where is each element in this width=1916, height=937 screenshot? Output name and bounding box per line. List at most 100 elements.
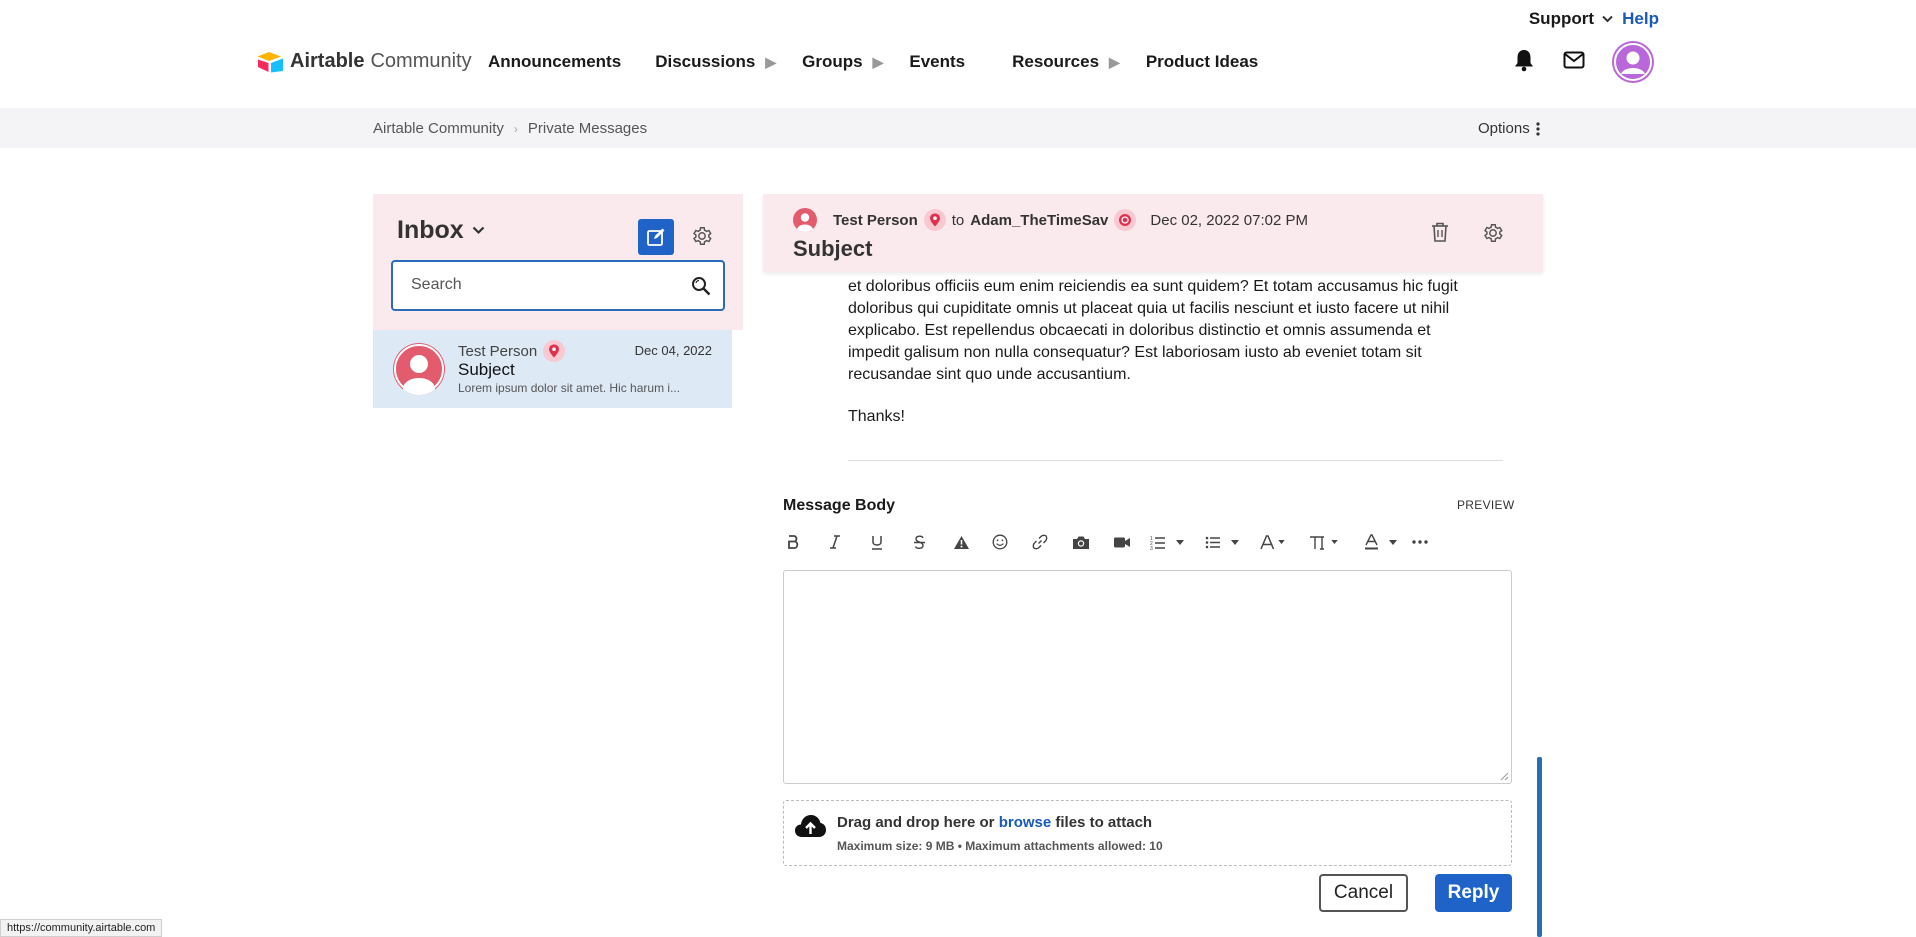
message-signoff: Thanks!: [848, 408, 905, 425]
breadcrumb-private-messages[interactable]: Private Messages: [528, 120, 647, 137]
attach-prefix: Drag and drop here or: [837, 814, 999, 831]
emoji-button[interactable]: [990, 528, 1010, 556]
airtable-logo[interactable]: Airtable Community: [257, 50, 472, 73]
main-nav: Announcements Discussions ▶ Groups ▶ Event…: [488, 52, 1292, 72]
gear-icon[interactable]: [691, 225, 713, 247]
svg-text:3: 3: [1150, 546, 1153, 550]
numbered-list-button[interactable]: 123: [1150, 528, 1184, 556]
text-color-button[interactable]: [1360, 528, 1400, 556]
breadcrumb: Airtable Community › Private Messages: [373, 120, 647, 137]
support-menu[interactable]: Support: [1529, 9, 1613, 29]
thread-subject: Subject: [793, 236, 873, 261]
warning-icon: [953, 535, 969, 549]
user-avatar-icon: [797, 213, 813, 232]
bold-button[interactable]: [783, 528, 803, 556]
message-body-editor[interactable]: [783, 570, 1512, 784]
inbox-folder-selector[interactable]: Inbox: [397, 216, 485, 245]
nav-announcements[interactable]: Announcements: [488, 52, 621, 72]
sender-avatar: [393, 343, 445, 395]
options-menu[interactable]: Options: [1478, 120, 1540, 137]
more-options-button[interactable]: [1410, 528, 1430, 556]
numbered-list-icon: 123: [1150, 536, 1165, 550]
logo-suffix-text: Community: [370, 50, 472, 72]
gear-icon[interactable]: [1482, 222, 1504, 244]
airtable-logo-icon: [257, 51, 283, 72]
attach-instructions: Drag and drop here or browse files to at…: [837, 814, 1152, 831]
strikethrough-icon: [913, 535, 925, 549]
italic-button[interactable]: [825, 528, 845, 556]
spoiler-button[interactable]: [951, 528, 971, 556]
camera-icon: [1073, 536, 1089, 549]
inbox-header: Inbox: [373, 194, 743, 330]
italic-icon: [830, 535, 840, 549]
support-label: Support: [1528, 9, 1594, 28]
sender-avatar: [793, 208, 817, 232]
scrollbar[interactable]: [1537, 757, 1542, 937]
message-sender: Test Person: [458, 340, 566, 362]
rank-badge-icon: [923, 209, 946, 231]
nav-events[interactable]: Events: [909, 52, 965, 72]
font-style-button[interactable]: [1257, 528, 1287, 556]
browse-link[interactable]: browse: [999, 814, 1052, 831]
attach-limits: Maximum size: 9 MB • Maximum attachments…: [837, 839, 1163, 853]
font-icon: [1259, 534, 1274, 549]
nav-groups[interactable]: Groups ▶: [802, 52, 883, 72]
search-input[interactable]: [411, 276, 671, 294]
trash-icon[interactable]: [1431, 222, 1449, 242]
chevron-right-icon: ▶: [1109, 53, 1120, 70]
user-avatar-icon: [394, 344, 444, 395]
search-icon[interactable]: [691, 276, 711, 296]
underline-button[interactable]: [867, 528, 887, 556]
reply-button[interactable]: Reply: [1435, 874, 1512, 912]
attachment-dropzone[interactable]: Drag and drop here or browse files to at…: [783, 800, 1512, 866]
bullet-list-button[interactable]: [1205, 528, 1239, 556]
font-size-button[interactable]: [1308, 528, 1338, 556]
link-button[interactable]: [1030, 528, 1050, 556]
more-horizontal-icon: [1412, 540, 1428, 544]
preview-toggle[interactable]: PREVIEW: [1457, 498, 1514, 512]
bell-icon[interactable]: [1513, 48, 1535, 72]
nav-label: Product Ideas: [1145, 52, 1259, 71]
chevron-down-icon: [1602, 15, 1613, 23]
message-subject: Subject: [458, 360, 515, 379]
message-date: Dec 04, 2022: [634, 343, 712, 358]
thread-meta: Test Person to Adam_TheTimeSav Dec 02, 2…: [833, 209, 1308, 231]
mail-icon[interactable]: [1563, 51, 1585, 69]
sender-name: Test Person: [458, 342, 538, 360]
thread-from[interactable]: Test Person: [833, 212, 918, 229]
cancel-button[interactable]: Cancel: [1319, 874, 1408, 912]
breadcrumb-community[interactable]: Airtable Community: [373, 120, 504, 137]
divider: [848, 460, 1503, 461]
bold-icon: [788, 535, 799, 549]
nav-resources[interactable]: Resources ▶: [1012, 52, 1120, 72]
caret-down-icon: [1277, 540, 1285, 544]
underline-icon: [872, 535, 882, 550]
insert-photo-button[interactable]: [1071, 528, 1091, 556]
nav-product-ideas[interactable]: Product Ideas: [1146, 52, 1258, 72]
inbox-message-item[interactable]: Test Person Dec 04, 2022 Subject Lorem i…: [373, 330, 732, 408]
user-avatar-icon: [1614, 43, 1652, 81]
attach-suffix: files to attach: [1051, 814, 1153, 831]
vertical-dots-icon: [1536, 121, 1540, 136]
nav-label: Announcements: [488, 52, 622, 71]
rank-badge-icon: [1114, 209, 1137, 231]
help-link[interactable]: Help: [1622, 9, 1659, 29]
nav-label: Resources: [1012, 52, 1100, 71]
insert-video-button[interactable]: [1112, 528, 1132, 556]
cloud-upload-icon: [795, 815, 826, 837]
site-header: Support Help Airtable Community Announce…: [0, 0, 1916, 108]
strikethrough-button[interactable]: [909, 528, 929, 556]
compose-button[interactable]: [638, 219, 674, 255]
nav-label: Groups: [802, 52, 863, 71]
thread-to[interactable]: Adam_TheTimeSav: [970, 212, 1108, 229]
user-avatar[interactable]: [1612, 41, 1654, 83]
resize-handle-icon[interactable]: [1500, 772, 1509, 781]
caret-down-icon: [1330, 540, 1338, 544]
logo-brand-text: Airtable: [290, 50, 365, 72]
options-label: Options: [1478, 120, 1530, 137]
nav-discussions[interactable]: Discussions ▶: [655, 52, 776, 72]
caret-down-icon: [1176, 539, 1184, 545]
inbox-search: [391, 260, 725, 311]
text-size-icon: [1309, 535, 1324, 550]
message-preview: Lorem ipsum dolor sit amet. Hic harum i.…: [458, 381, 681, 395]
